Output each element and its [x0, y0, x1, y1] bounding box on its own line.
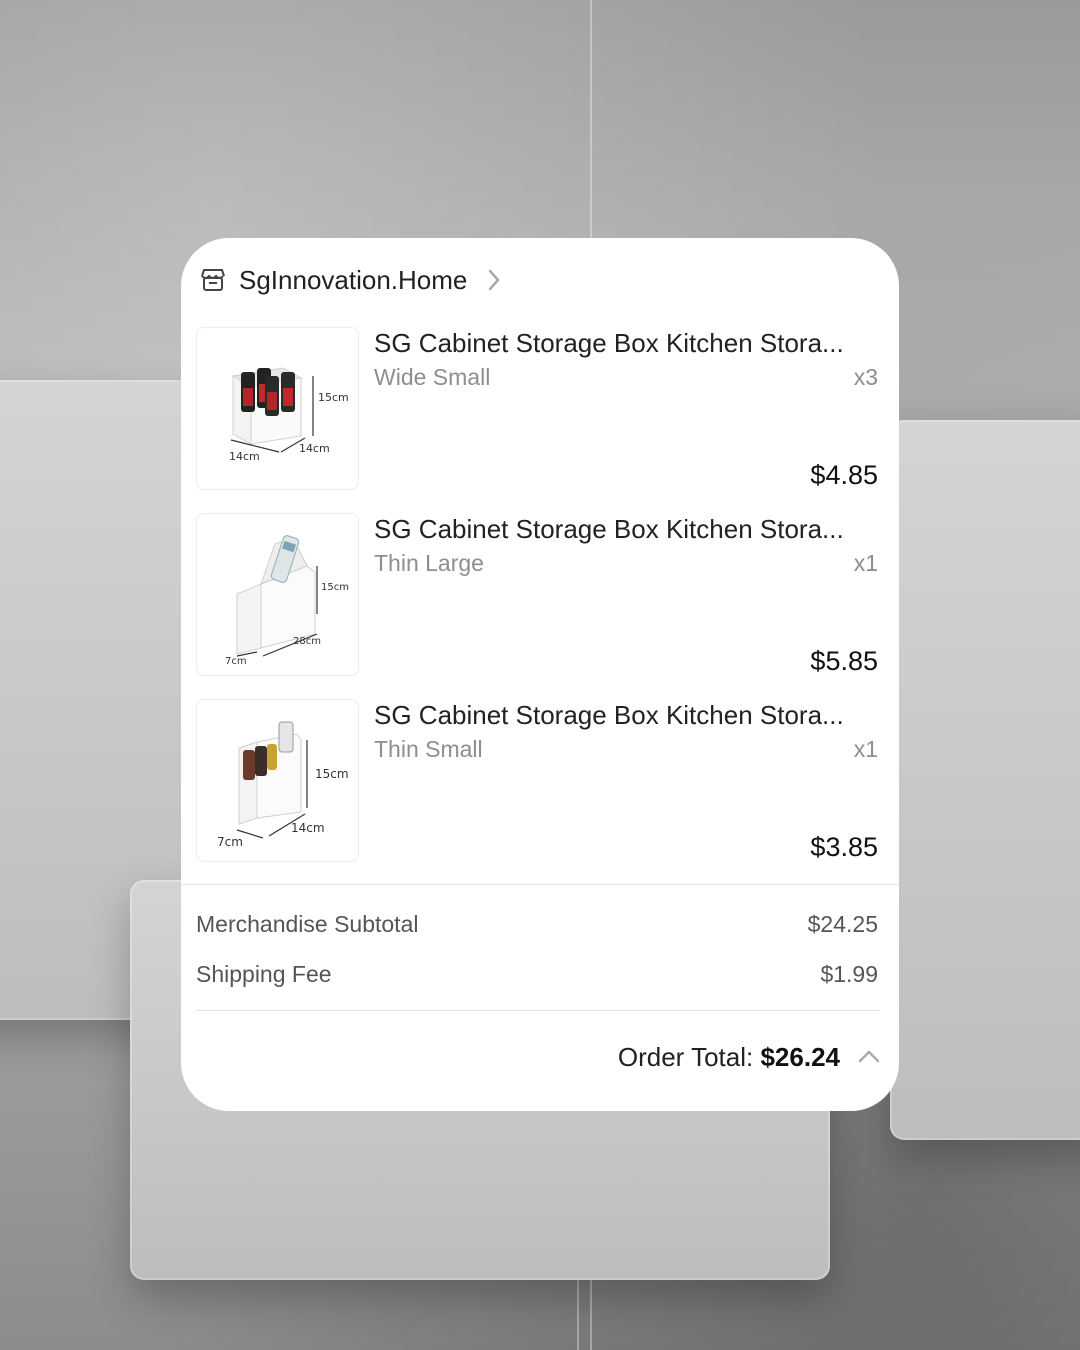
item-variant: Wide Small	[374, 364, 491, 390]
product-image-thin-small[interactable]: 15cm 14cm 7cm	[196, 699, 359, 862]
item-price: $4.85	[810, 460, 878, 490]
item-title[interactable]: SG Cabinet Storage Box Kitchen Stora...	[374, 327, 878, 359]
item-price: $3.85	[810, 832, 878, 862]
shop-header[interactable]: SgInnovation.Home	[199, 260, 501, 300]
chevron-up-icon[interactable]	[857, 1046, 881, 1066]
product-image-thin-large[interactable]: 15cm 28cm 7cm	[196, 513, 359, 676]
product-image-wide-small[interactable]: 15cm 14cm 14cm	[196, 327, 359, 490]
order-total[interactable]: Order Total: $26.24	[618, 1041, 840, 1073]
chevron-right-icon[interactable]	[487, 268, 501, 292]
shipping-label: Shipping Fee	[196, 961, 332, 987]
dim-label: 7cm	[225, 656, 247, 667]
order-item[interactable]: 15cm 14cm 7cm SG Cabinet Storage Box Kit…	[196, 699, 878, 863]
order-item[interactable]: 15cm 28cm 7cm SG Cabinet Storage Box Kit…	[196, 513, 878, 677]
dim-label: 14cm	[291, 821, 325, 835]
dim-label: 15cm	[321, 582, 349, 593]
shipping-value: $1.99	[820, 961, 878, 987]
dim-label: 7cm	[217, 835, 243, 849]
item-variant: Thin Large	[374, 550, 484, 576]
dim-label: 14cm	[299, 442, 330, 455]
order-item[interactable]: 15cm 14cm 14cm SG Cabinet Storage Box Ki…	[196, 327, 878, 491]
background-box	[890, 420, 1080, 1140]
dim-label: 14cm	[229, 450, 260, 463]
subtotal-label: Merchandise Subtotal	[196, 911, 419, 937]
item-variant: Thin Small	[374, 736, 483, 762]
subtotal-row: Merchandise Subtotal $24.25	[196, 909, 878, 939]
order-total-value: $26.24	[760, 1042, 840, 1072]
item-quantity: x1	[853, 736, 878, 762]
order-card: SgInnovation.Home 15cm 14cm 14cm SG Cabi…	[181, 238, 899, 1111]
subtotal-value: $24.25	[807, 911, 878, 937]
item-price: $5.85	[810, 646, 878, 676]
summary-divider	[196, 1010, 880, 1011]
dim-label: 28cm	[293, 636, 321, 647]
item-title[interactable]: SG Cabinet Storage Box Kitchen Stora...	[374, 513, 878, 545]
shop-name[interactable]: SgInnovation.Home	[239, 265, 467, 296]
dim-label: 15cm	[318, 391, 349, 404]
dim-label: 15cm	[315, 767, 349, 781]
order-total-label: Order Total:	[617, 1042, 761, 1072]
storefront-icon	[199, 266, 227, 294]
shipping-row: Shipping Fee $1.99	[196, 959, 878, 989]
section-divider	[181, 884, 899, 885]
item-quantity: x3	[853, 364, 878, 390]
item-title[interactable]: SG Cabinet Storage Box Kitchen Stora...	[374, 699, 878, 731]
item-quantity: x1	[853, 550, 878, 576]
